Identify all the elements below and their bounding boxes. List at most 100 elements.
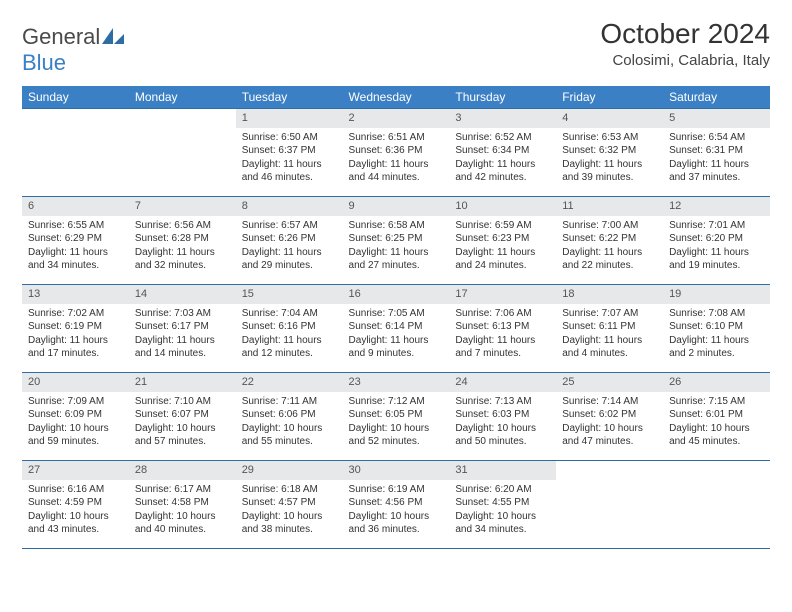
day-content: Sunrise: 7:10 AMSunset: 6:07 PMDaylight:… [129, 392, 236, 451]
day-sr: Sunrise: 6:58 AM [349, 219, 444, 233]
day-number: 13 [22, 285, 129, 304]
day-sr: Sunrise: 6:51 AM [349, 131, 444, 145]
day-content: Sunrise: 6:58 AMSunset: 6:25 PMDaylight:… [343, 216, 450, 275]
day-sr: Sunrise: 6:20 AM [455, 483, 550, 497]
day-ss: Sunset: 6:01 PM [669, 408, 764, 422]
day-number: 19 [663, 285, 770, 304]
day-ss: Sunset: 4:58 PM [135, 496, 230, 510]
day-ss: Sunset: 4:57 PM [242, 496, 337, 510]
weekday-header: Wednesday [343, 86, 450, 109]
day-sr: Sunrise: 6:56 AM [135, 219, 230, 233]
day-sr: Sunrise: 7:05 AM [349, 307, 444, 321]
day-content: Sunrise: 7:11 AMSunset: 6:06 PMDaylight:… [236, 392, 343, 451]
day-sr: Sunrise: 6:19 AM [349, 483, 444, 497]
day-sr: Sunrise: 7:08 AM [669, 307, 764, 321]
day-number: 15 [236, 285, 343, 304]
day-content: Sunrise: 7:13 AMSunset: 6:03 PMDaylight:… [449, 392, 556, 451]
logo-text-part1: General [22, 24, 100, 49]
day-sr: Sunrise: 6:59 AM [455, 219, 550, 233]
calendar-cell: 20Sunrise: 7:09 AMSunset: 6:09 PMDayligh… [22, 373, 129, 461]
day-dl: Daylight: 11 hours and 44 minutes. [349, 158, 444, 185]
day-ss: Sunset: 6:13 PM [455, 320, 550, 334]
day-number: 27 [22, 461, 129, 480]
day-number: 9 [343, 197, 450, 216]
day-ss: Sunset: 6:31 PM [669, 144, 764, 158]
calendar-cell: 31Sunrise: 6:20 AMSunset: 4:55 PMDayligh… [449, 461, 556, 549]
day-content: Sunrise: 6:16 AMSunset: 4:59 PMDaylight:… [22, 480, 129, 539]
day-sr: Sunrise: 6:53 AM [562, 131, 657, 145]
day-ss: Sunset: 6:19 PM [28, 320, 123, 334]
day-sr: Sunrise: 7:14 AM [562, 395, 657, 409]
day-ss: Sunset: 6:36 PM [349, 144, 444, 158]
day-dl: Daylight: 10 hours and 40 minutes. [135, 510, 230, 537]
day-number: 31 [449, 461, 556, 480]
calendar-cell: 14Sunrise: 7:03 AMSunset: 6:17 PMDayligh… [129, 285, 236, 373]
day-dl: Daylight: 10 hours and 43 minutes. [28, 510, 123, 537]
day-number: 23 [343, 373, 450, 392]
day-content: Sunrise: 7:09 AMSunset: 6:09 PMDaylight:… [22, 392, 129, 451]
day-content: Sunrise: 7:06 AMSunset: 6:13 PMDaylight:… [449, 304, 556, 363]
day-ss: Sunset: 6:11 PM [562, 320, 657, 334]
calendar-cell: 24Sunrise: 7:13 AMSunset: 6:03 PMDayligh… [449, 373, 556, 461]
day-content: Sunrise: 7:02 AMSunset: 6:19 PMDaylight:… [22, 304, 129, 363]
day-number: 18 [556, 285, 663, 304]
day-content: Sunrise: 6:51 AMSunset: 6:36 PMDaylight:… [343, 128, 450, 187]
day-number: 1 [236, 109, 343, 128]
calendar-cell [22, 109, 129, 197]
day-number: 22 [236, 373, 343, 392]
day-ss: Sunset: 6:34 PM [455, 144, 550, 158]
weekday-header: Saturday [663, 86, 770, 109]
calendar-cell: 18Sunrise: 7:07 AMSunset: 6:11 PMDayligh… [556, 285, 663, 373]
day-dl: Daylight: 11 hours and 22 minutes. [562, 246, 657, 273]
day-number: 17 [449, 285, 556, 304]
calendar-cell: 8Sunrise: 6:57 AMSunset: 6:26 PMDaylight… [236, 197, 343, 285]
calendar-header: SundayMondayTuesdayWednesdayThursdayFrid… [22, 86, 770, 109]
calendar-row: 13Sunrise: 7:02 AMSunset: 6:19 PMDayligh… [22, 285, 770, 373]
day-number: 16 [343, 285, 450, 304]
day-sr: Sunrise: 7:02 AM [28, 307, 123, 321]
calendar-cell: 12Sunrise: 7:01 AMSunset: 6:20 PMDayligh… [663, 197, 770, 285]
day-content: Sunrise: 6:59 AMSunset: 6:23 PMDaylight:… [449, 216, 556, 275]
calendar-cell: 1Sunrise: 6:50 AMSunset: 6:37 PMDaylight… [236, 109, 343, 197]
calendar-cell: 26Sunrise: 7:15 AMSunset: 6:01 PMDayligh… [663, 373, 770, 461]
day-sr: Sunrise: 7:04 AM [242, 307, 337, 321]
day-dl: Daylight: 11 hours and 27 minutes. [349, 246, 444, 273]
day-number: 8 [236, 197, 343, 216]
day-ss: Sunset: 6:03 PM [455, 408, 550, 422]
day-ss: Sunset: 6:17 PM [135, 320, 230, 334]
day-content: Sunrise: 6:56 AMSunset: 6:28 PMDaylight:… [129, 216, 236, 275]
day-ss: Sunset: 6:14 PM [349, 320, 444, 334]
day-dl: Daylight: 11 hours and 29 minutes. [242, 246, 337, 273]
calendar-cell: 22Sunrise: 7:11 AMSunset: 6:06 PMDayligh… [236, 373, 343, 461]
calendar-cell: 19Sunrise: 7:08 AMSunset: 6:10 PMDayligh… [663, 285, 770, 373]
day-number: 20 [22, 373, 129, 392]
day-sr: Sunrise: 6:52 AM [455, 131, 550, 145]
day-sr: Sunrise: 7:11 AM [242, 395, 337, 409]
day-sr: Sunrise: 7:09 AM [28, 395, 123, 409]
day-content: Sunrise: 6:50 AMSunset: 6:37 PMDaylight:… [236, 128, 343, 187]
month-title: October 2024 [600, 18, 770, 50]
day-content: Sunrise: 7:15 AMSunset: 6:01 PMDaylight:… [663, 392, 770, 451]
day-sr: Sunrise: 7:10 AM [135, 395, 230, 409]
day-dl: Daylight: 11 hours and 12 minutes. [242, 334, 337, 361]
day-sr: Sunrise: 7:12 AM [349, 395, 444, 409]
day-number: 26 [663, 373, 770, 392]
header: General Blue October 2024 Colosimi, Cala… [22, 18, 770, 76]
day-sr: Sunrise: 6:16 AM [28, 483, 123, 497]
calendar-cell: 2Sunrise: 6:51 AMSunset: 6:36 PMDaylight… [343, 109, 450, 197]
day-ss: Sunset: 6:09 PM [28, 408, 123, 422]
calendar: SundayMondayTuesdayWednesdayThursdayFrid… [22, 86, 770, 549]
calendar-cell: 10Sunrise: 6:59 AMSunset: 6:23 PMDayligh… [449, 197, 556, 285]
day-ss: Sunset: 4:56 PM [349, 496, 444, 510]
weekday-header: Thursday [449, 86, 556, 109]
calendar-cell: 30Sunrise: 6:19 AMSunset: 4:56 PMDayligh… [343, 461, 450, 549]
calendar-cell: 28Sunrise: 6:17 AMSunset: 4:58 PMDayligh… [129, 461, 236, 549]
day-sr: Sunrise: 7:06 AM [455, 307, 550, 321]
day-content: Sunrise: 7:03 AMSunset: 6:17 PMDaylight:… [129, 304, 236, 363]
day-dl: Daylight: 11 hours and 4 minutes. [562, 334, 657, 361]
day-content: Sunrise: 6:20 AMSunset: 4:55 PMDaylight:… [449, 480, 556, 539]
weekday-header: Sunday [22, 86, 129, 109]
logo: General Blue [22, 24, 124, 76]
day-ss: Sunset: 6:23 PM [455, 232, 550, 246]
day-content: Sunrise: 6:52 AMSunset: 6:34 PMDaylight:… [449, 128, 556, 187]
